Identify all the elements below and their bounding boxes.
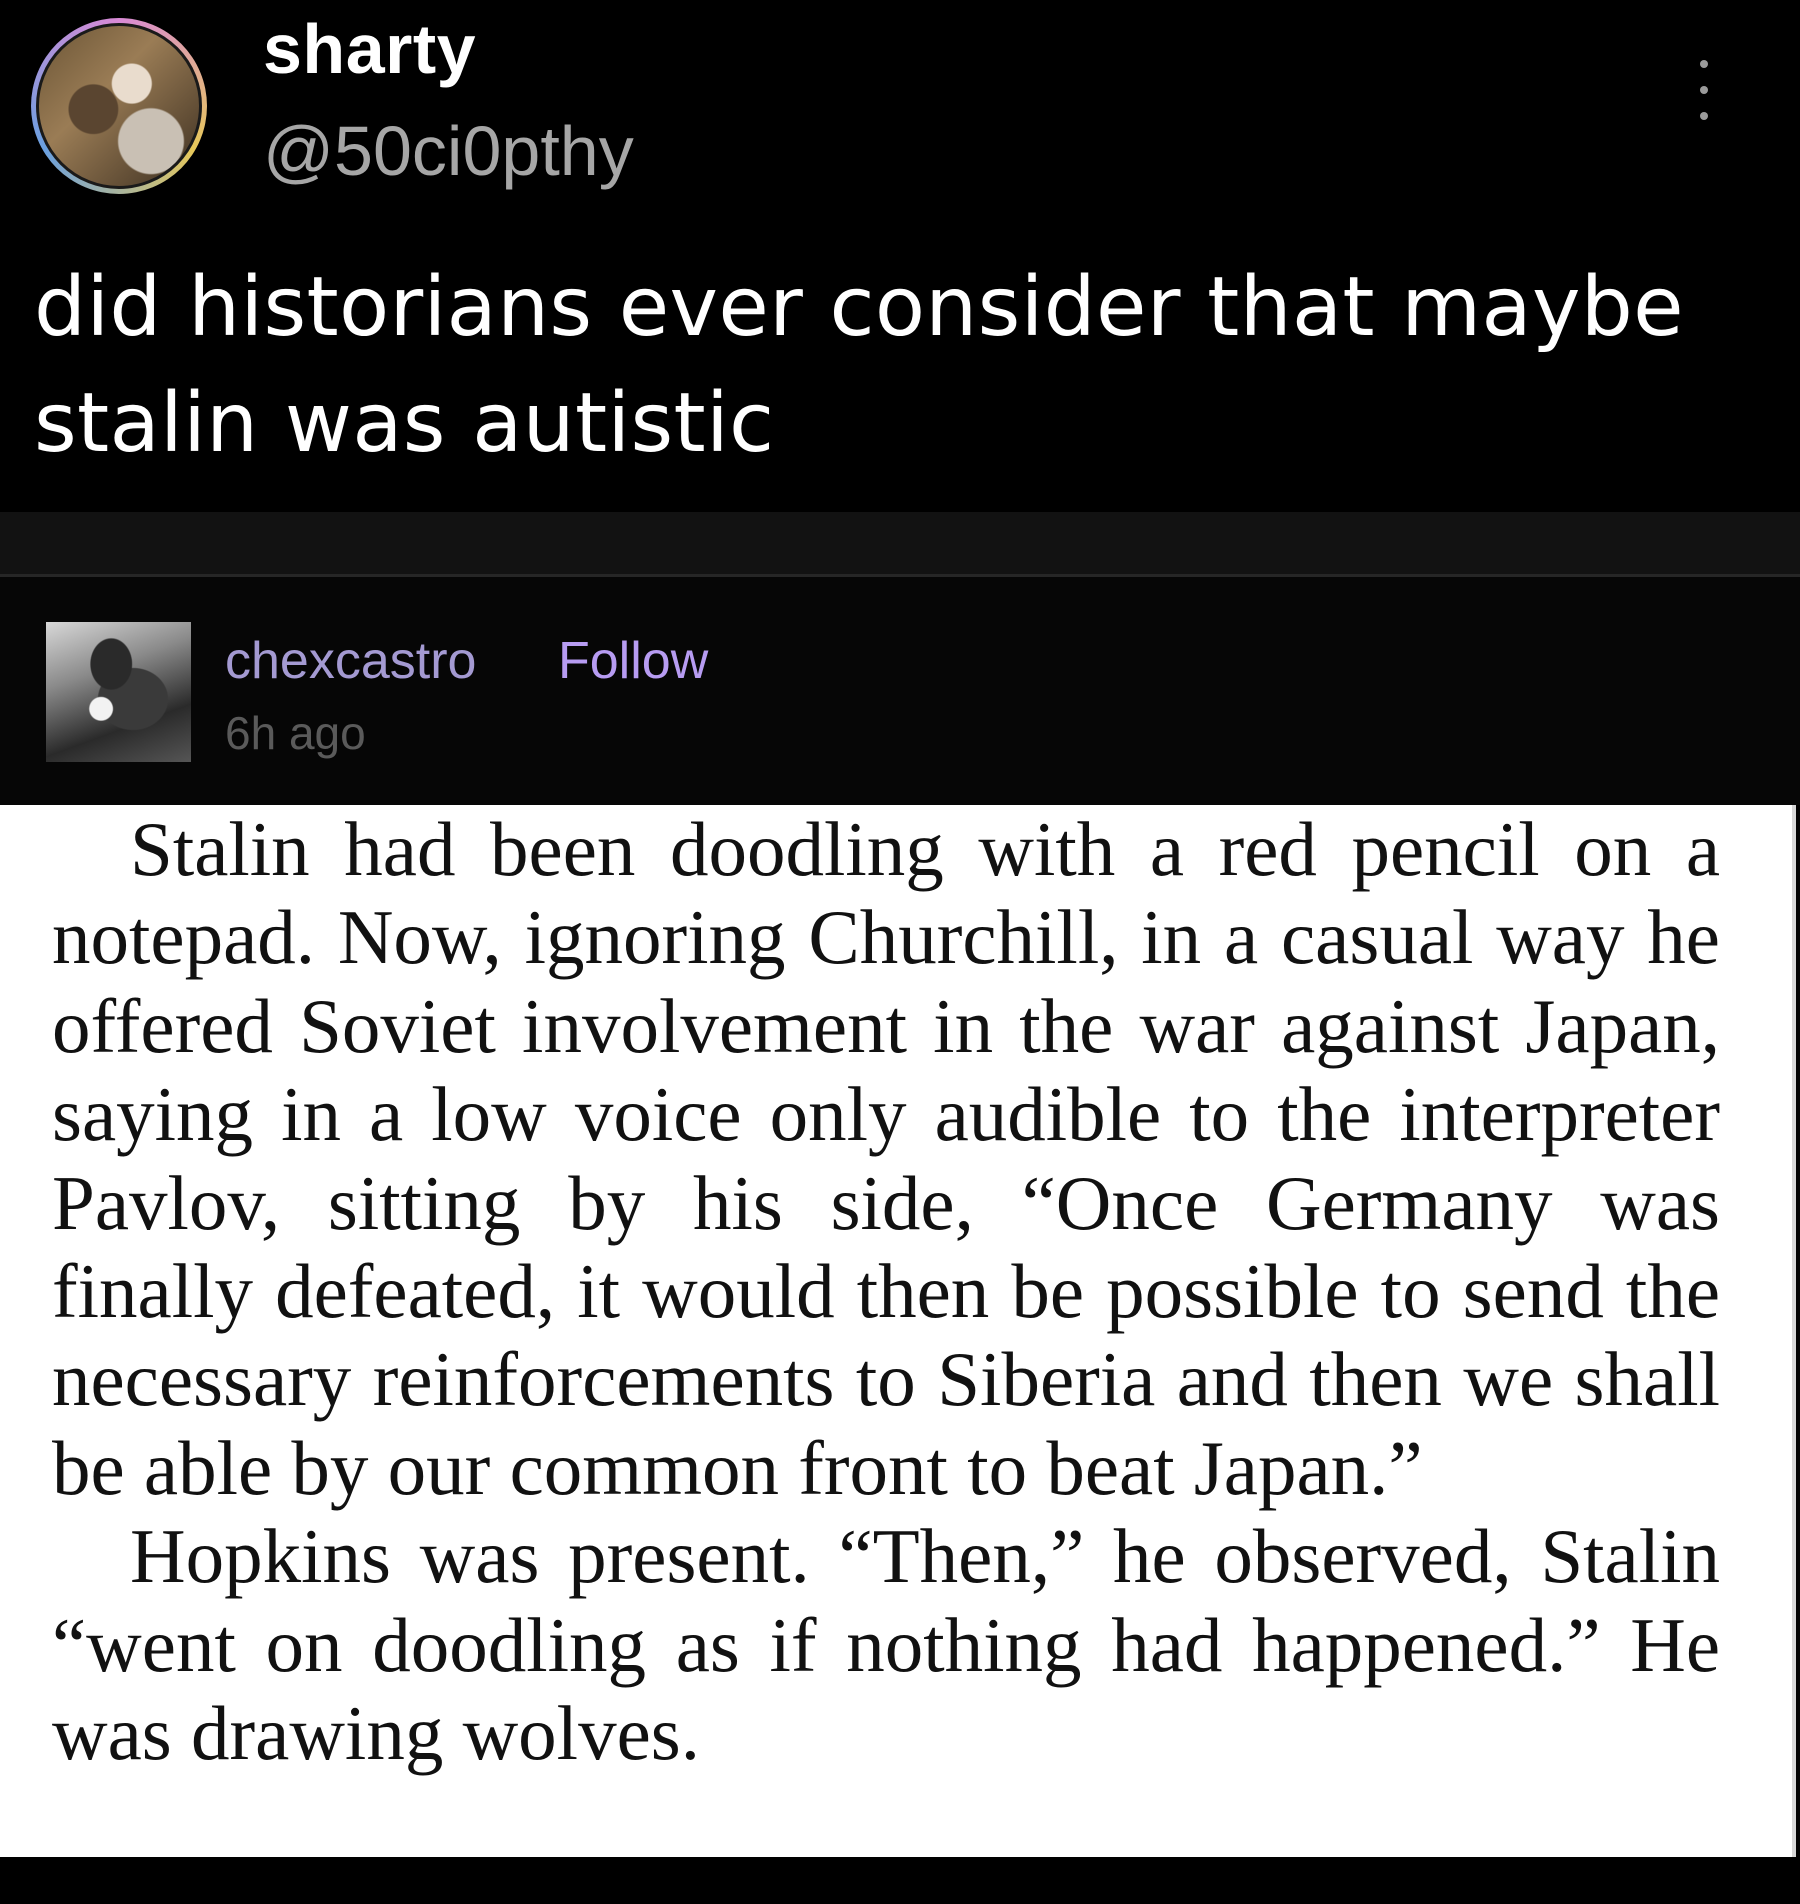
- reply-username[interactable]: chexcastro: [225, 635, 476, 687]
- reply-card: chexcastro Follow 6h ago: [0, 577, 1800, 805]
- profile-avatar[interactable]: [31, 18, 207, 194]
- excerpt-paragraph: Stalin had been doodling with a red penc…: [52, 806, 1720, 1511]
- display-name[interactable]: sharty: [263, 14, 476, 84]
- more-dot: [1700, 86, 1708, 94]
- reply-timestamp: 6h ago: [225, 707, 366, 759]
- bottom-spacer: [0, 1857, 1800, 1904]
- user-handle[interactable]: @50ci0pthy: [263, 116, 634, 186]
- tweet-text: did historians ever consider that maybe …: [34, 260, 1684, 471]
- excerpt-paragraph: Hopkins was present. “Then,” he observed…: [52, 1513, 1720, 1777]
- reply-avatar[interactable]: [46, 622, 191, 762]
- tweet-card: sharty @50ci0pthy did historians ever co…: [0, 0, 1800, 512]
- avatar-image: [36, 23, 202, 189]
- more-dot: [1700, 112, 1708, 120]
- book-excerpt-image: Stalin had been doodling with a red penc…: [0, 805, 1796, 1857]
- more-vertical-icon[interactable]: [1692, 60, 1716, 120]
- more-dot: [1700, 60, 1708, 68]
- excerpt-text: Stalin had been doodling with a red penc…: [52, 805, 1720, 1777]
- follow-button[interactable]: Follow: [558, 635, 708, 687]
- section-divider: [0, 512, 1800, 574]
